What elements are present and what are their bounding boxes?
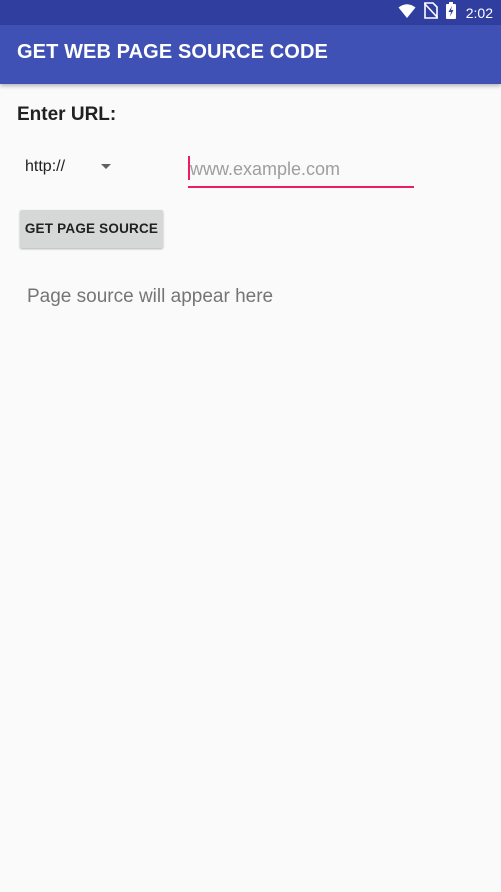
protocol-spinner[interactable]: http:// — [16, 148, 126, 188]
url-input-container — [188, 153, 414, 189]
protocol-selected-value: http:// — [25, 158, 66, 175]
dropdown-arrow-icon — [101, 164, 111, 169]
get-page-source-button[interactable]: GET PAGE SOURCE — [20, 210, 163, 248]
wifi-icon — [398, 3, 416, 24]
status-time: 2:02 — [465, 5, 493, 21]
app-title: GET WEB PAGE SOURCE CODE — [17, 41, 328, 63]
text-cursor — [188, 156, 190, 180]
status-bar: 2:02 — [0, 0, 501, 25]
url-input[interactable] — [188, 153, 414, 186]
status-icons: 2:02 — [398, 2, 493, 24]
app-bar: GET WEB PAGE SOURCE CODE — [0, 25, 501, 84]
enter-url-label: Enter URL: — [17, 104, 117, 125]
battery-charging-icon — [445, 2, 456, 24]
page-source-output: Page source will appear here — [27, 286, 274, 307]
no-sim-icon — [423, 2, 439, 24]
url-input-underline — [188, 186, 414, 188]
